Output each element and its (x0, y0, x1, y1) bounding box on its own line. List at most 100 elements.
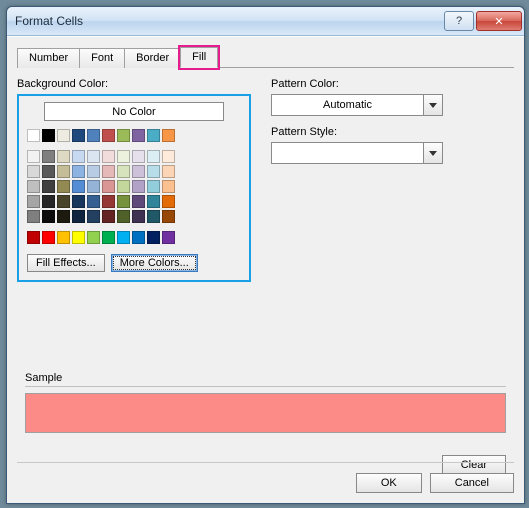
color-swatch[interactable] (27, 180, 40, 193)
color-swatch[interactable] (102, 210, 115, 223)
pattern-style-value (272, 143, 423, 163)
ok-button[interactable]: OK (356, 473, 422, 493)
dialog-footer: OK Cancel (17, 462, 514, 493)
color-swatch[interactable] (27, 231, 40, 244)
color-swatch[interactable] (72, 231, 85, 244)
color-swatch[interactable] (72, 165, 85, 178)
color-swatch[interactable] (147, 165, 160, 178)
color-swatch[interactable] (57, 195, 70, 208)
sample-section: Sample (25, 372, 506, 433)
color-swatch[interactable] (117, 129, 130, 142)
color-swatch[interactable] (42, 210, 55, 223)
pattern-color-label: Pattern Color: (271, 78, 514, 90)
color-swatch[interactable] (132, 165, 145, 178)
color-swatch[interactable] (132, 180, 145, 193)
color-swatch[interactable] (87, 195, 100, 208)
chevron-down-icon[interactable] (423, 95, 442, 115)
color-swatch[interactable] (27, 210, 40, 223)
color-swatch[interactable] (147, 195, 160, 208)
color-swatch[interactable] (102, 165, 115, 178)
tab-border[interactable]: Border (124, 48, 181, 68)
color-swatch[interactable] (72, 180, 85, 193)
no-color-button[interactable]: No Color (44, 102, 224, 121)
color-swatch[interactable] (132, 150, 145, 163)
color-swatch[interactable] (57, 129, 70, 142)
help-button[interactable]: ? (444, 11, 474, 31)
tab-number[interactable]: Number (17, 48, 80, 68)
color-swatch[interactable] (117, 210, 130, 223)
color-swatch[interactable] (87, 210, 100, 223)
pattern-color-combo[interactable]: Automatic (271, 94, 443, 116)
color-swatch[interactable] (72, 210, 85, 223)
color-swatch[interactable] (42, 231, 55, 244)
color-swatch[interactable] (132, 210, 145, 223)
color-swatch[interactable] (57, 210, 70, 223)
color-swatch[interactable] (162, 129, 175, 142)
color-swatch[interactable] (57, 150, 70, 163)
more-colors-button[interactable]: More Colors... (111, 254, 198, 272)
color-swatch[interactable] (102, 129, 115, 142)
color-swatch[interactable] (102, 150, 115, 163)
color-swatch[interactable] (27, 195, 40, 208)
color-swatch[interactable] (117, 195, 130, 208)
color-swatch[interactable] (147, 210, 160, 223)
color-swatch-grid (27, 129, 241, 244)
chevron-down-icon[interactable] (423, 143, 442, 163)
color-swatch[interactable] (87, 129, 100, 142)
sample-label: Sample (25, 372, 506, 384)
color-swatch[interactable] (27, 165, 40, 178)
color-swatch[interactable] (102, 195, 115, 208)
close-button[interactable]: ✕ (476, 11, 522, 31)
color-swatch[interactable] (147, 231, 160, 244)
color-swatch[interactable] (72, 129, 85, 142)
background-color-panel: No Color Fill Effects... More Colors... (17, 94, 251, 282)
color-swatch[interactable] (27, 129, 40, 142)
color-swatch[interactable] (132, 129, 145, 142)
pattern-style-combo[interactable] (271, 142, 443, 164)
color-swatch[interactable] (27, 150, 40, 163)
color-swatch[interactable] (42, 180, 55, 193)
color-swatch[interactable] (162, 180, 175, 193)
color-swatch[interactable] (162, 150, 175, 163)
color-swatch[interactable] (162, 195, 175, 208)
color-swatch[interactable] (87, 165, 100, 178)
color-swatch[interactable] (117, 180, 130, 193)
color-swatch[interactable] (117, 150, 130, 163)
color-swatch[interactable] (117, 165, 130, 178)
color-swatch[interactable] (117, 231, 130, 244)
color-swatch[interactable] (72, 150, 85, 163)
color-swatch[interactable] (147, 180, 160, 193)
color-swatch[interactable] (42, 129, 55, 142)
color-swatch[interactable] (87, 231, 100, 244)
color-swatch[interactable] (57, 165, 70, 178)
tab-font[interactable]: Font (79, 48, 125, 68)
help-icon: ? (456, 15, 462, 27)
format-cells-dialog: Format Cells ? ✕ Number Font Border Fill… (6, 6, 525, 504)
color-swatch[interactable] (147, 150, 160, 163)
dialog-body: Number Font Border Fill Background Color… (7, 36, 524, 503)
color-swatch[interactable] (162, 165, 175, 178)
color-swatch[interactable] (87, 180, 100, 193)
pattern-color-value: Automatic (272, 95, 423, 115)
color-swatch[interactable] (57, 231, 70, 244)
color-swatch[interactable] (42, 195, 55, 208)
titlebar[interactable]: Format Cells ? ✕ (7, 7, 524, 36)
tabstrip: Number Font Border Fill (17, 45, 514, 68)
color-swatch[interactable] (132, 231, 145, 244)
color-swatch[interactable] (102, 180, 115, 193)
color-swatch[interactable] (87, 150, 100, 163)
color-swatch[interactable] (72, 195, 85, 208)
fill-effects-button[interactable]: Fill Effects... (27, 254, 105, 272)
color-swatch[interactable] (42, 165, 55, 178)
color-swatch[interactable] (132, 195, 145, 208)
color-swatch[interactable] (162, 231, 175, 244)
color-swatch[interactable] (57, 180, 70, 193)
background-color-label: Background Color: (17, 78, 251, 90)
tab-fill[interactable]: Fill (180, 47, 218, 68)
pattern-style-label: Pattern Style: (271, 126, 514, 138)
cancel-button[interactable]: Cancel (430, 473, 514, 493)
color-swatch[interactable] (162, 210, 175, 223)
color-swatch[interactable] (102, 231, 115, 244)
color-swatch[interactable] (147, 129, 160, 142)
color-swatch[interactable] (42, 150, 55, 163)
